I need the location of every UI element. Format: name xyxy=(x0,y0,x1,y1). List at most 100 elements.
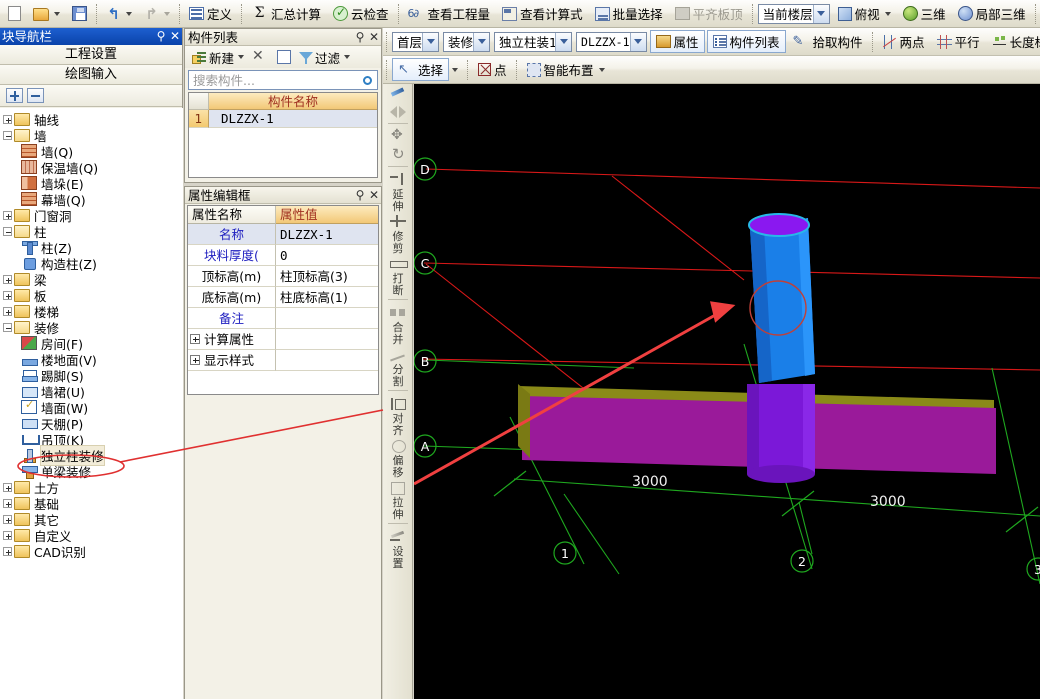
batch-select-button[interactable]: 批量选择 xyxy=(590,2,668,26)
tree-item-构造柱z[interactable]: 构造柱(Z) xyxy=(0,255,183,272)
property-value-cell[interactable] xyxy=(276,329,378,350)
break-tool-button[interactable]: 打断 xyxy=(383,254,412,296)
length-mark-button[interactable]: 长度标 xyxy=(987,30,1040,54)
flat-slab-button[interactable]: 平齐板顶 xyxy=(670,2,748,26)
summary-calc-button[interactable]: Σ 汇总计算 xyxy=(246,2,326,26)
tree-item-柱[interactable]: 柱 xyxy=(0,223,183,240)
merge-tool-button[interactable]: 合并 xyxy=(383,303,412,345)
nav-button-draw-input[interactable]: 绘图输入 xyxy=(0,65,182,85)
tree-item-门窗洞[interactable]: 门窗洞 xyxy=(0,207,183,224)
tree-item-cad识别[interactable]: CAD识别 xyxy=(0,543,183,560)
tree-item-轴线[interactable]: 轴线 xyxy=(0,111,183,128)
component-type-combo[interactable]: 独立柱装1 xyxy=(494,31,573,52)
collapse-node-icon[interactable] xyxy=(3,322,12,332)
tree-item-装修[interactable]: 装修 xyxy=(0,319,183,336)
property-row[interactable]: 计算属性 xyxy=(188,329,378,350)
table-row[interactable]: 1 DLZZX-1 xyxy=(189,110,377,128)
component-name-combo[interactable]: DLZZX-1 xyxy=(576,31,647,52)
parallel-button[interactable]: 平行 xyxy=(932,30,985,54)
undo-button[interactable]: ↰ xyxy=(101,2,137,26)
new-component-button[interactable]: 新建 xyxy=(189,47,247,68)
property-value-cell[interactable] xyxy=(276,308,378,329)
chevron-down-icon[interactable] xyxy=(473,32,490,51)
define-button[interactable]: 定义 xyxy=(184,2,237,26)
expand-node-icon[interactable] xyxy=(3,546,12,556)
floor-select-combo[interactable]: 首层 xyxy=(392,31,440,52)
delete-component-button[interactable]: ✕ xyxy=(249,48,272,67)
expand-node-icon[interactable] xyxy=(3,210,12,220)
filter-button[interactable]: 过滤 xyxy=(296,47,353,68)
close-icon[interactable]: ✕ xyxy=(168,28,182,45)
component-list-toggle[interactable]: 构件列表 xyxy=(706,30,786,53)
tree-item-楼梯[interactable]: 楼梯 xyxy=(0,303,183,320)
local-three-d-button[interactable]: 局部三维 xyxy=(953,2,1031,26)
current-floor-combo[interactable]: 当前楼层 xyxy=(757,3,830,24)
offset-tool-button[interactable]: 偏移 xyxy=(383,436,412,478)
tree-item-幕墙q[interactable]: 幕墙(Q) xyxy=(0,191,183,208)
two-point-button[interactable]: 两点 xyxy=(877,30,930,54)
collapse-node-icon[interactable] xyxy=(3,130,12,140)
property-row[interactable]: 顶标高(m) 柱顶标高(3) xyxy=(188,266,378,287)
expand-node-icon[interactable] xyxy=(3,514,12,524)
tree-item-天棚p[interactable]: 天棚(P) xyxy=(0,415,183,432)
top-view-button[interactable]: 俯视 xyxy=(833,2,896,26)
pin-icon[interactable]: ⚲ xyxy=(353,29,367,46)
expand-node-icon[interactable] xyxy=(3,306,12,316)
expand-node-icon[interactable] xyxy=(3,290,12,300)
tree-item-土方[interactable]: 土方 xyxy=(0,479,183,496)
expand-node-icon[interactable] xyxy=(3,482,12,492)
tree-item-楼地面v[interactable]: 楼地面(V) xyxy=(0,351,183,368)
rotate-tool-button[interactable] xyxy=(383,145,412,163)
new-file-button[interactable] xyxy=(1,2,26,26)
expand-node-icon[interactable] xyxy=(3,530,12,540)
expand-node-icon[interactable] xyxy=(3,274,12,284)
property-value-cell[interactable]: 柱底标高(1) xyxy=(276,287,378,308)
chevron-down-icon[interactable] xyxy=(452,67,459,72)
tree-item-基础[interactable]: 基础 xyxy=(0,495,183,512)
tree-item-墙[interactable]: 墙 xyxy=(0,127,183,144)
point-tool-button[interactable]: 点 xyxy=(473,58,512,82)
settings-tool-button[interactable]: 设置 xyxy=(383,527,412,569)
copy-component-button[interactable] xyxy=(274,49,294,65)
tree-item-梁[interactable]: 梁 xyxy=(0,271,183,288)
trim-tool-button[interactable]: 修剪 xyxy=(383,212,412,254)
pick-component-button[interactable]: ✎ 拾取构件 xyxy=(788,30,868,54)
nav-button-project-settings[interactable]: 工程设置 xyxy=(0,45,182,65)
align-tool-button[interactable]: 对齐 xyxy=(383,394,412,436)
close-icon[interactable]: ✕ xyxy=(367,187,381,204)
expand-node-icon[interactable] xyxy=(3,498,12,508)
cloud-check-button[interactable]: 云检查 xyxy=(328,2,394,26)
stretch-tool-button[interactable]: 拉伸 xyxy=(383,478,412,520)
property-row[interactable]: 块料厚度(0 xyxy=(188,245,378,266)
tree-item-墙面w[interactable]: 墙面(W) xyxy=(0,398,183,416)
tree-item-墙垛e[interactable]: 墙垛(E) xyxy=(0,175,183,192)
move-tool-button[interactable] xyxy=(383,127,412,145)
property-value-cell[interactable] xyxy=(276,350,378,371)
search-input[interactable] xyxy=(189,71,357,89)
select-tool-button[interactable]: ↖ 选择 xyxy=(392,58,450,81)
close-icon[interactable]: ✕ xyxy=(367,29,381,46)
tree-item-自定义[interactable]: 自定义 xyxy=(0,527,183,544)
tree-item-单梁装修[interactable]: 单梁装修 xyxy=(0,463,183,480)
pin-icon[interactable]: ⚲ xyxy=(353,187,367,204)
tree-item-独立柱装修[interactable]: 独立柱装修 xyxy=(0,444,183,466)
tree-item-墙裙u[interactable]: 墙裙(U) xyxy=(0,383,183,400)
collapse-all-icon[interactable] xyxy=(27,88,44,103)
save-button[interactable] xyxy=(67,2,92,26)
three-d-button[interactable]: 三维 xyxy=(898,2,951,26)
property-value-cell[interactable]: 柱顶标高(3) xyxy=(276,266,378,287)
pin-icon[interactable]: ⚲ xyxy=(154,28,168,45)
pen-tool-button[interactable] xyxy=(383,84,412,102)
smart-layout-button[interactable]: 智能布置 xyxy=(522,58,610,82)
open-file-button[interactable] xyxy=(28,2,65,26)
tree-item-其它[interactable]: 其它 xyxy=(0,511,183,528)
expand-all-icon[interactable] xyxy=(6,88,23,103)
tree-item-板[interactable]: 板 xyxy=(0,287,183,304)
view-quantity-button[interactable]: 6∂ 查看工程量 xyxy=(403,2,496,26)
chevron-down-icon[interactable] xyxy=(812,4,829,23)
split-tool-button[interactable]: 分割 xyxy=(383,345,412,387)
mirror-tool-button[interactable] xyxy=(383,102,412,120)
extend-tool-button[interactable]: 延伸 xyxy=(383,170,412,212)
expand-node-icon[interactable] xyxy=(190,334,200,344)
collapse-node-icon[interactable] xyxy=(3,226,12,236)
